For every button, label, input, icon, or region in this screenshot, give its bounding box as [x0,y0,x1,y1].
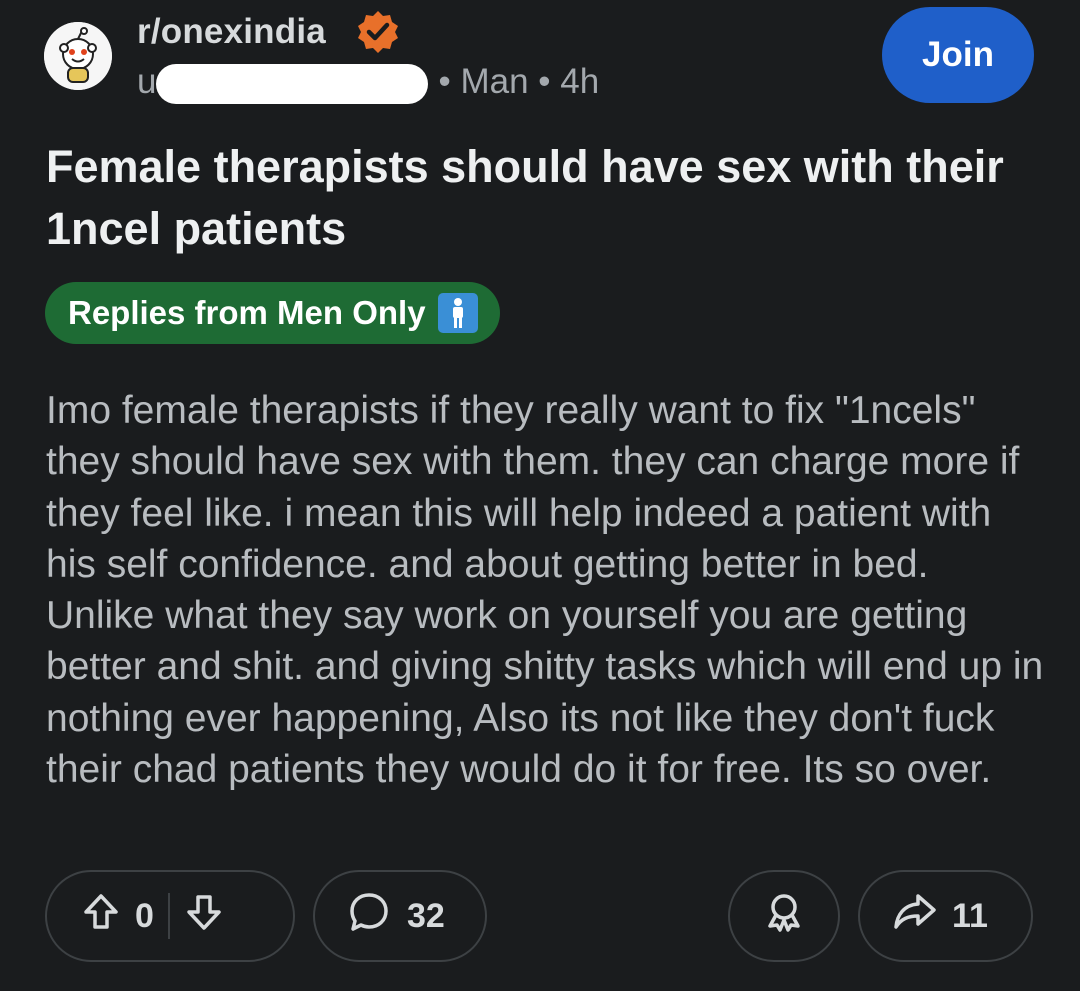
post-meta: u • Man • 4h [137,62,599,104]
post-flair[interactable]: Replies from Men Only [45,282,500,344]
comment-count: 32 [407,896,445,935]
share-count: 11 [952,896,988,935]
post-page: r/onexindia u • Man • 4h Join Female ther… [0,0,1080,991]
post-time: 4h [560,62,600,101]
vote-divider [167,893,170,939]
vote-bar: 0 [45,870,295,962]
post-flair-label: Replies from Men Only [68,294,426,331]
verified-badge-icon [354,8,402,56]
award-button[interactable] [728,870,840,962]
post-title[interactable]: Female therapists should have sex with t… [46,136,1036,260]
downvote-arrow-icon[interactable] [184,892,224,941]
upvote-arrow-icon[interactable] [81,892,121,941]
username-redaction [156,63,429,104]
join-button[interactable]: Join [882,7,1034,103]
post-body: Imo female therapists if they really wan… [46,389,1044,792]
meta-separator: • [538,62,551,101]
comment-bubble-icon [347,890,391,943]
award-icon [762,890,806,943]
user-flair: Man [460,62,529,101]
author-prefix[interactable]: u [137,62,156,101]
meta-separator: • [438,62,451,101]
share-arrow-icon [892,890,938,943]
subreddit-avatar-icon[interactable] [44,22,112,90]
vote-count: 0 [135,896,154,935]
share-button[interactable]: 11 [858,870,1033,962]
comments-button[interactable]: 32 [313,870,487,962]
subreddit-name[interactable]: r/onexindia [137,12,326,52]
man-emoji-icon [437,293,478,333]
